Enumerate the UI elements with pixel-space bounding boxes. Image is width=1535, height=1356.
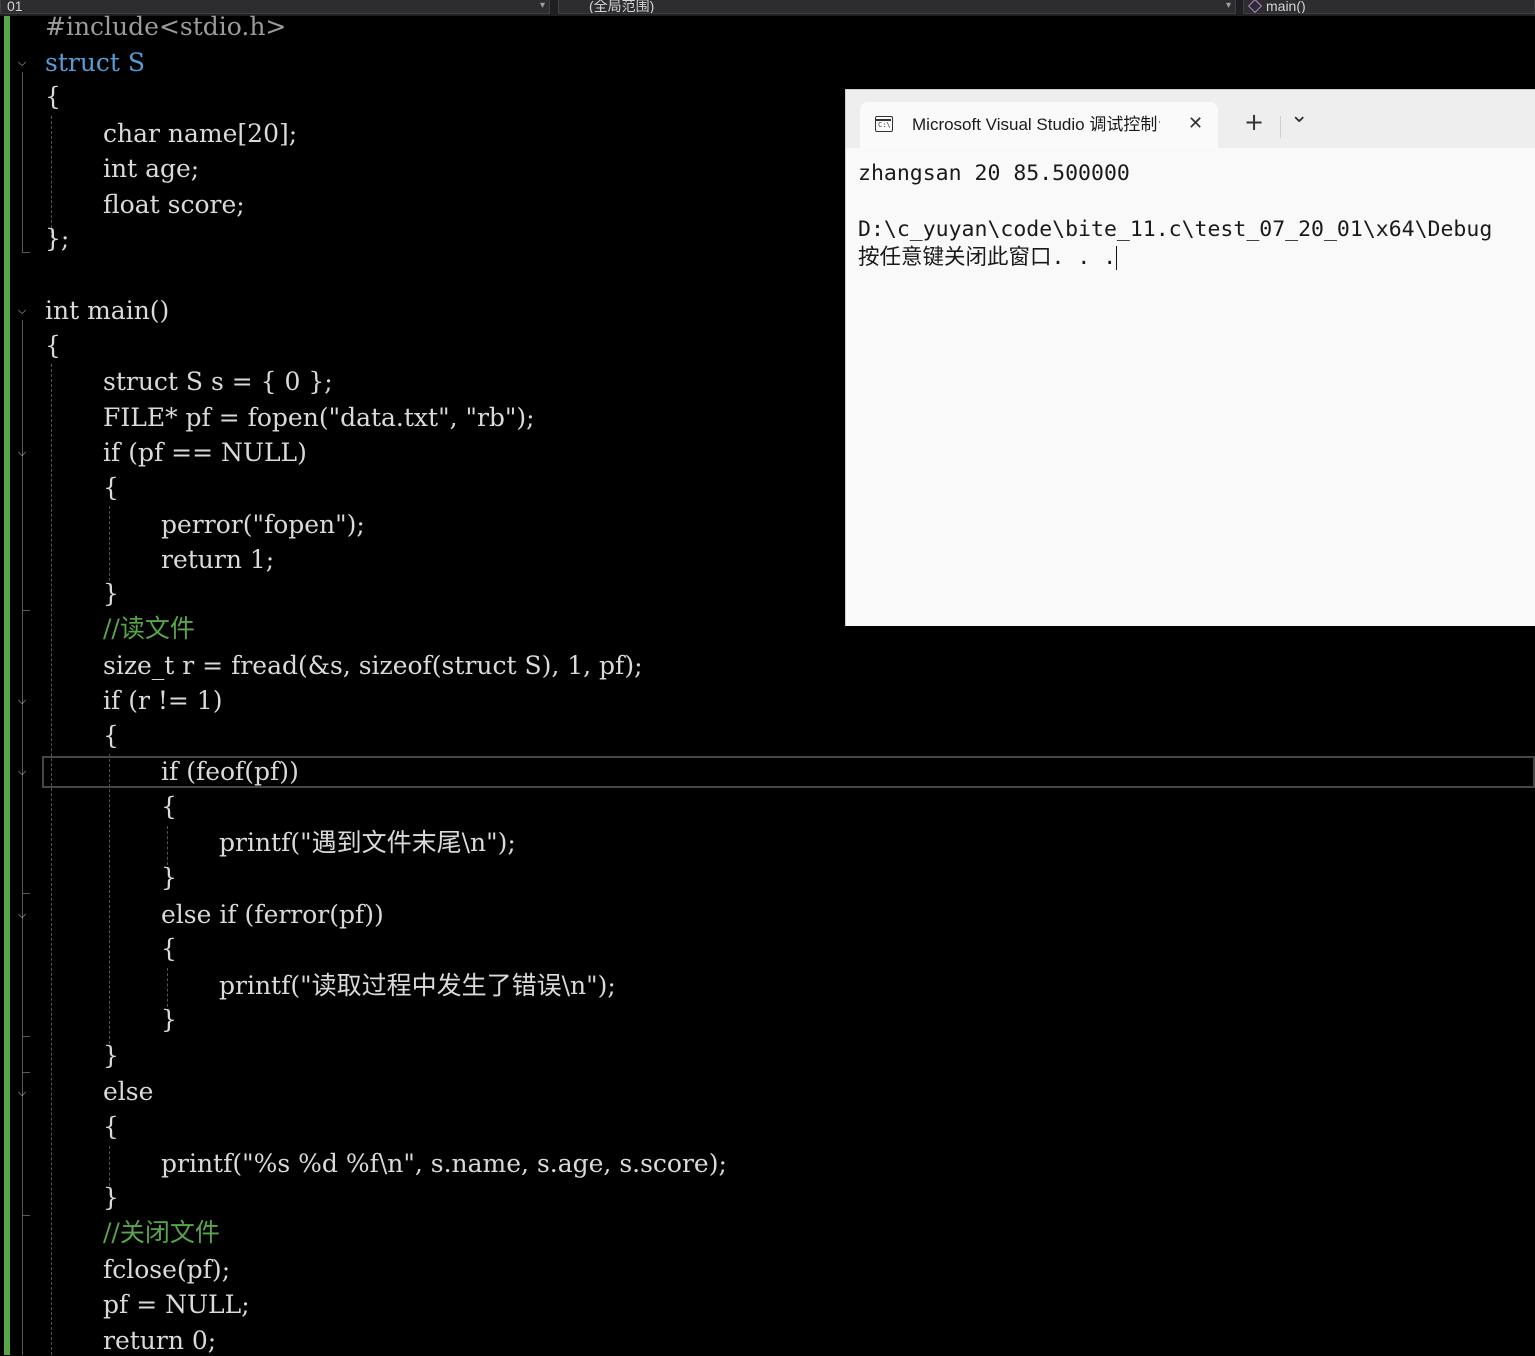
code-line: FILE* pf = fopen("data.txt", "rb"); [103, 403, 535, 432]
code-line: }; [45, 224, 70, 253]
new-tab-button[interactable]: + [1244, 110, 1264, 134]
code-line: } [103, 1183, 119, 1212]
code-line: printf("遇到文件末尾\n"); [219, 828, 516, 857]
text-cursor [1116, 246, 1118, 270]
console-output[interactable]: zhangsan 20 85.500000 D:\c_yuyan\code\bit… [858, 160, 1492, 272]
code-line: fclose(pf); [103, 1255, 231, 1284]
code-line: if (r != 1) [103, 686, 223, 715]
code-comment: //读文件 [103, 614, 195, 643]
code-line: struct S s = { 0 }; [103, 367, 333, 396]
code-line: { [103, 473, 119, 502]
code-line: else [103, 1077, 154, 1106]
console-tab-title: Microsoft Visual Studio 调试控制台 [912, 115, 1160, 134]
code-line: int main() [45, 296, 170, 325]
tab-separator [1280, 116, 1281, 138]
code-line: char name[20]; [103, 119, 298, 148]
code-line: printf("读取过程中发生了错误\n"); [219, 971, 616, 1000]
chevron-down-icon[interactable]: ⌄ [1290, 104, 1308, 128]
code-line: } [161, 1005, 177, 1034]
code-line: #include<stdio.h> [45, 12, 287, 41]
close-icon[interactable]: ✕ [1188, 112, 1203, 136]
code-line: { [161, 792, 177, 821]
code-line: if (pf == NULL) [103, 438, 307, 467]
console-tab[interactable]: C:\ Microsoft Visual Studio 调试控制台 ✕ [860, 102, 1218, 148]
code-line: else if (ferror(pf)) [161, 900, 384, 929]
code-line: { [45, 331, 61, 360]
terminal-icon: C:\ [875, 116, 893, 132]
code-line: pf = NULL; [103, 1290, 250, 1319]
output-line: 按任意键关闭此窗口. . . [858, 244, 1492, 272]
code-line: } [161, 863, 177, 892]
code-line: { [161, 934, 177, 963]
code-line: } [103, 579, 119, 608]
code-line: float score; [103, 190, 245, 219]
code-line: { [45, 82, 61, 111]
code-line: } [103, 1041, 119, 1070]
code-line: return 0; [103, 1326, 217, 1355]
code-line: { [103, 721, 119, 750]
code-line: struct S [45, 48, 146, 77]
code-line: int age; [103, 154, 200, 183]
code-line: size_t r = fread(&s, sizeof(struct S), 1… [103, 651, 643, 680]
code-comment: //关闭文件 [103, 1218, 220, 1247]
code-line: printf("%s %d %f\n", s.name, s.age, s.sc… [161, 1149, 727, 1178]
code-line: perror("fopen"); [161, 510, 365, 539]
code-line: if (feof(pf)) [161, 757, 299, 786]
output-line: D:\c_yuyan\code\bite_11.c\test_07_20_01\… [858, 217, 1493, 242]
code-line: { [103, 1112, 119, 1141]
output-line: zhangsan 20 85.500000 [858, 161, 1130, 186]
prompt-text: 按任意键关闭此窗口. . . [858, 245, 1117, 270]
code-line: return 1; [161, 545, 275, 574]
debug-console-window[interactable]: C:\ Microsoft Visual Studio 调试控制台 ✕ + ⌄ … [845, 89, 1535, 626]
console-tab-bar: C:\ Microsoft Visual Studio 调试控制台 ✕ + ⌄ [846, 90, 1535, 148]
